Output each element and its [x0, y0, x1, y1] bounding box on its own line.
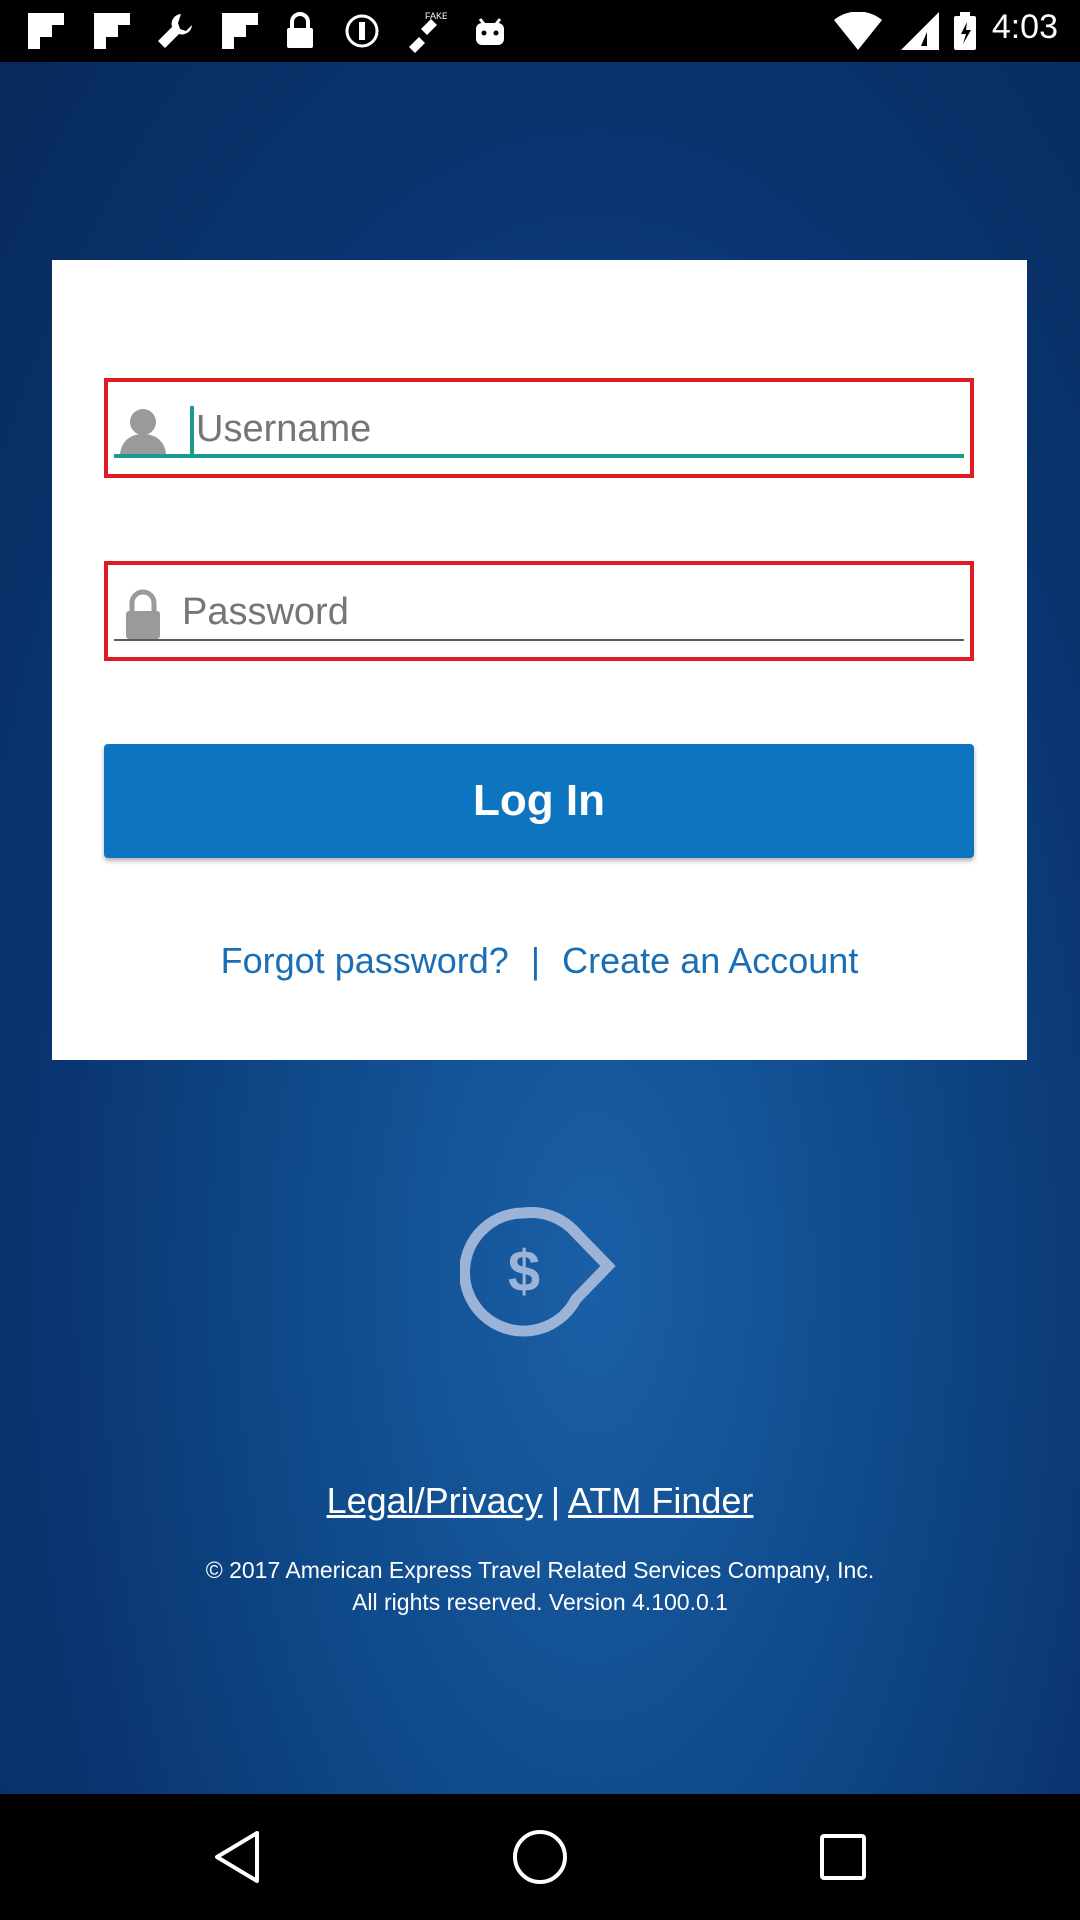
password-underline: [114, 639, 964, 641]
login-card: Log In Forgot password? | Create an Accoun…: [52, 260, 1027, 1060]
password-field[interactable]: [104, 561, 974, 661]
home-icon[interactable]: [505, 1822, 575, 1892]
create-account-link[interactable]: Create an Account: [562, 940, 858, 982]
battery-icon: [952, 12, 978, 50]
link-separator: |: [530, 940, 541, 981]
atm-finder-link[interactable]: ATM Finder: [568, 1480, 753, 1521]
wrench-icon: [154, 12, 196, 50]
lock-icon: [116, 587, 170, 641]
flipboard-icon: [92, 12, 132, 50]
dollar-send-icon: $: [459, 1207, 620, 1337]
fake-gps-icon: FAKE: [402, 11, 448, 53]
flipboard-icon: [220, 12, 260, 50]
password-input[interactable]: [180, 583, 954, 641]
wifi-icon: [832, 12, 884, 50]
status-bar: FAKE 4:03: [0, 0, 1080, 62]
forgot-password-link[interactable]: Forgot password?: [221, 940, 509, 982]
signal-icon: [900, 12, 940, 50]
android-icon: [470, 12, 510, 50]
user-icon: [116, 404, 170, 458]
copyright-line-2: All rights reserved. Version 4.100.0.1: [352, 1589, 728, 1615]
back-icon[interactable]: [202, 1822, 272, 1892]
svg-text:FAKE: FAKE: [425, 11, 447, 21]
lock-icon: [282, 12, 318, 50]
log-in-button[interactable]: Log In: [104, 744, 974, 858]
username-input[interactable]: [194, 400, 958, 458]
username-underline: [114, 454, 964, 458]
app-content: Log In Forgot password? | Create an Accoun…: [0, 62, 1080, 1794]
recents-icon[interactable]: [808, 1822, 878, 1892]
footer-separator: |: [550, 1480, 561, 1521]
clock: 4:03: [991, 8, 1058, 46]
copyright-line-1: © 2017 American Express Travel Related S…: [205, 1557, 875, 1583]
info-icon: [342, 12, 382, 50]
footer-links: Legal/Privacy | ATM Finder: [0, 1480, 1080, 1522]
legal-privacy-link[interactable]: Legal/Privacy: [327, 1480, 543, 1521]
copyright: © 2017 American Express Travel Related S…: [0, 1554, 1080, 1618]
flipboard-icon: [26, 12, 66, 50]
navigation-bar: [0, 1794, 1080, 1920]
account-links: Forgot password? | Create an Account: [52, 940, 1027, 982]
username-field[interactable]: [104, 378, 974, 478]
svg-text:$: $: [508, 1239, 540, 1304]
